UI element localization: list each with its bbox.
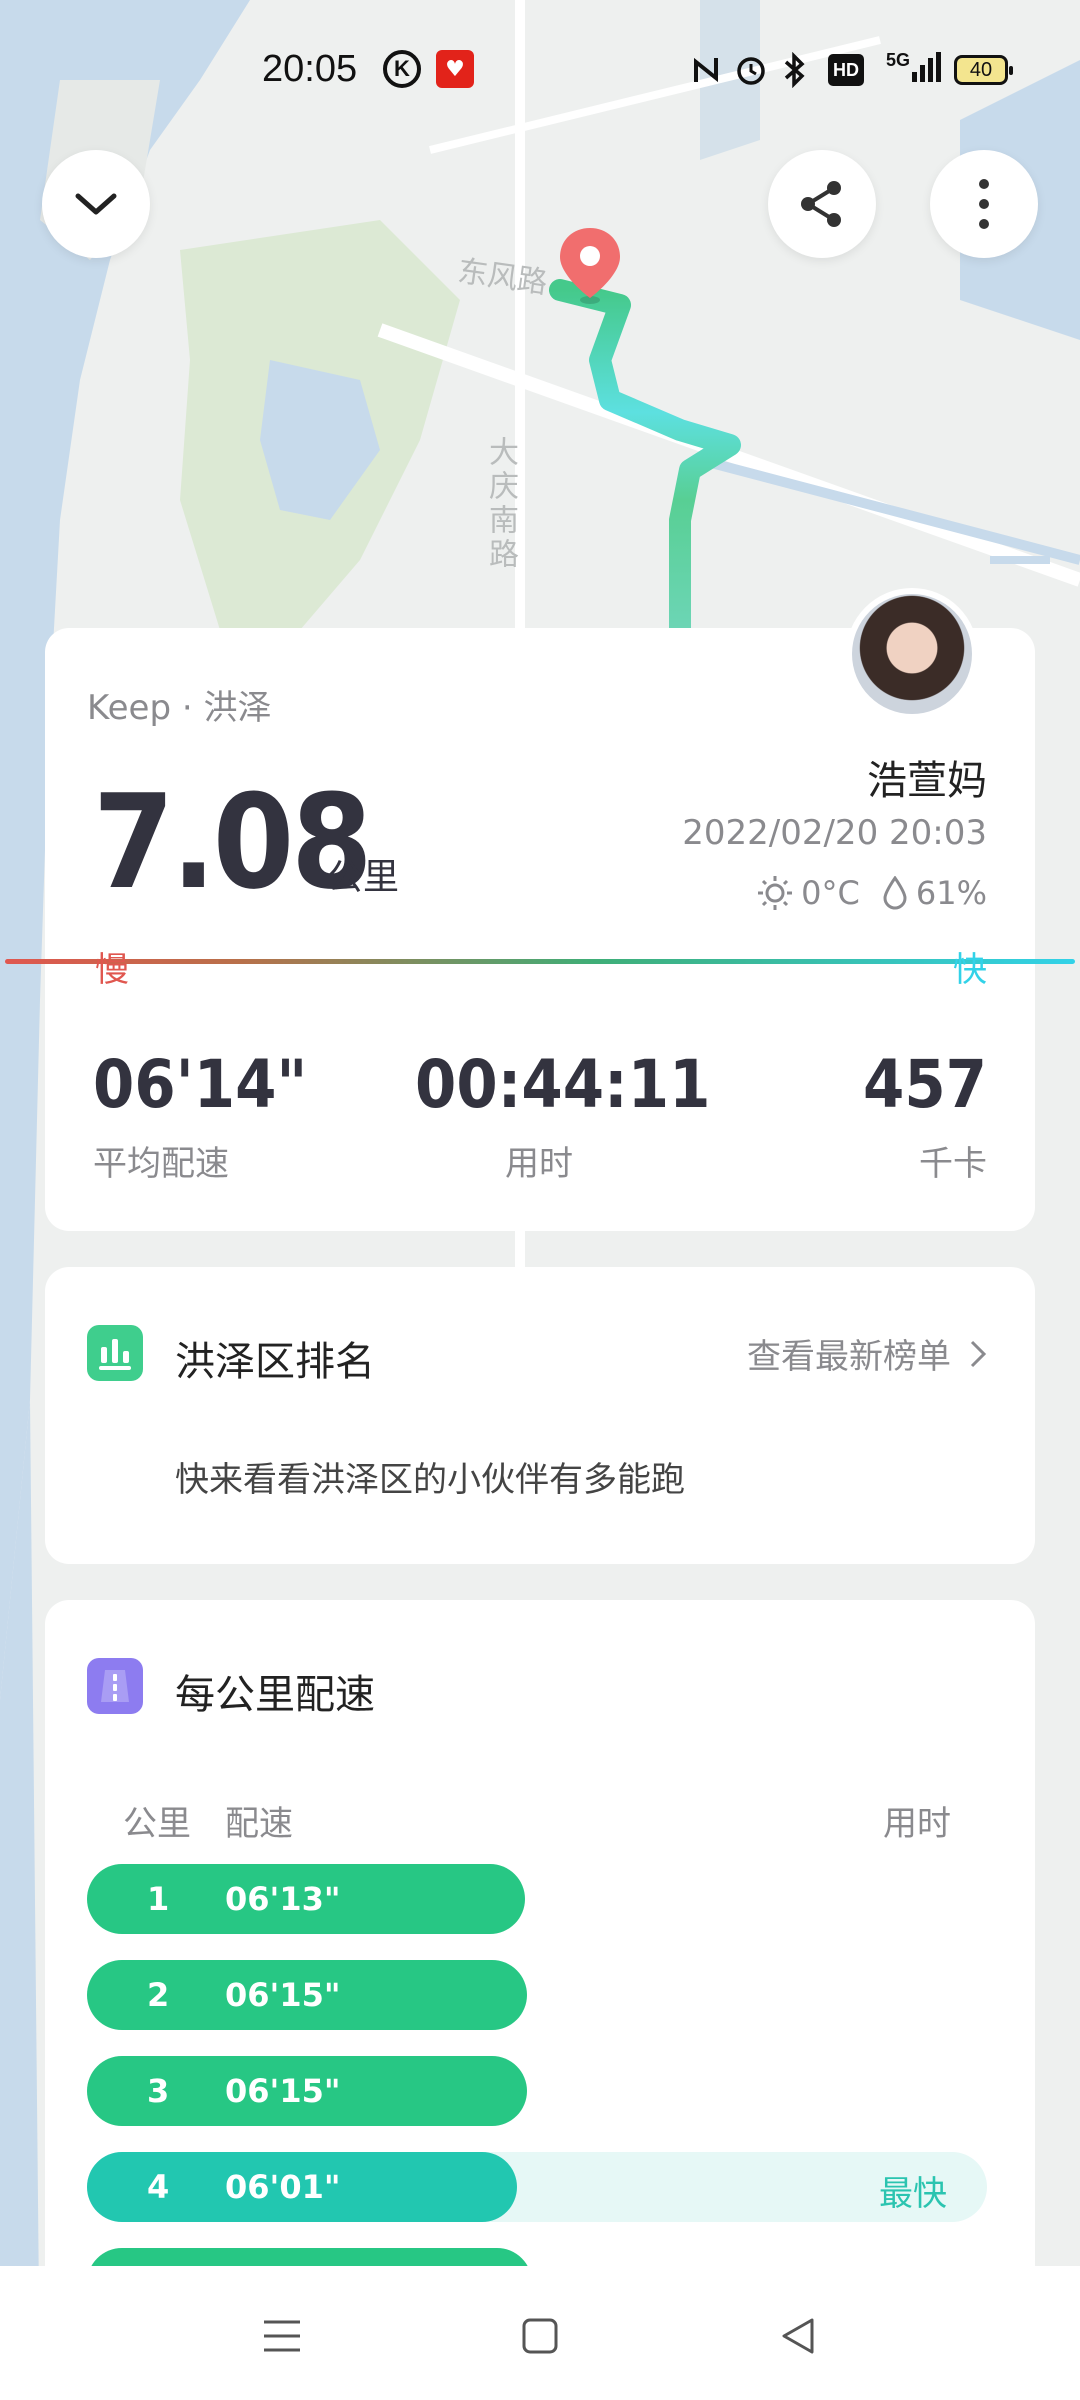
run-summary-card: Keep · 洪泽 7.08 公里 浩萱妈 2022/02/20 20:03 0… (5, 588, 1075, 1231)
status-time: 20:05 (262, 48, 358, 90)
hd-icon: HD (828, 54, 864, 86)
share-icon (801, 181, 841, 227)
ranking-title: 洪泽区排名 (175, 1339, 375, 1385)
pace-row-fastest: 4 06'01" 最快 (87, 2152, 987, 2222)
battery-icon: 40 (954, 55, 1013, 85)
system-nav-bar (0, 2266, 1080, 2400)
back-triangle-icon (782, 2318, 814, 2354)
k-app-icon: K (383, 50, 421, 88)
pace-km: 4 (147, 2168, 170, 2206)
pace-row: 3 06'15" (87, 2056, 987, 2126)
battery-level: 40 (969, 58, 993, 81)
humidity-drop-icon (883, 876, 907, 910)
pace-km: 1 (147, 1880, 170, 1918)
menu-button[interactable] (242, 2296, 322, 2376)
pace-value: 06'15" (225, 2072, 341, 2110)
avg-pace-label: 平均配速 (93, 1144, 229, 1184)
view-leaderboard-label: 查看最新榜单 (747, 1337, 951, 1377)
username: 浩萱妈 (867, 758, 987, 804)
col-header-pace: 配速 (225, 1804, 293, 1844)
app-source-label: Keep · 洪泽 (87, 688, 272, 728)
pace-km: 2 (147, 1976, 170, 2014)
run-datetime: 2022/02/20 20:03 (682, 813, 987, 853)
pace-value: 06'01" (225, 2168, 341, 2206)
start-pin-icon (556, 226, 624, 306)
more-vertical-icon (979, 179, 989, 229)
pace-row: 2 06'15" (87, 1960, 987, 2030)
bar-chart-icon (87, 1325, 143, 1381)
pace-per-km-card: 每公里配速 公里 配速 用时 1 06'13" 2 06'15" 3 06'15… (45, 1600, 1035, 2318)
ranking-description: 快来看看洪泽区的小伙伴有多能跑 (175, 1460, 685, 1500)
temperature: 0°C (801, 874, 860, 912)
pace-value: 06'15" (225, 1976, 341, 2014)
slow-label: 慢 (95, 950, 129, 990)
duration-label: 用时 (505, 1144, 573, 1184)
network-label: 5G (885, 50, 910, 70)
humidity: 61% (915, 874, 987, 912)
nfc-icon (690, 50, 722, 90)
bluetooth-icon (780, 50, 810, 90)
ranking-card[interactable]: 洪泽区排名 查看最新榜单 快来看看洪泽区的小伙伴有多能跑 (45, 1267, 1035, 1564)
pace-value: 06'13" (225, 1880, 341, 1918)
more-button[interactable] (930, 150, 1038, 258)
view-leaderboard-link[interactable]: 查看最新榜单 (747, 1329, 987, 1378)
home-button[interactable] (500, 2296, 580, 2376)
sun-icon (758, 876, 793, 910)
duration-value: 00:44:11 (415, 1046, 711, 1123)
calories-label: 千卡 (919, 1144, 987, 1184)
signal-5g-icon: 5G (882, 50, 946, 90)
map-road-label: 大庆南路 (483, 436, 518, 572)
chevron-right-icon (970, 1340, 987, 1367)
avatar-image (852, 594, 972, 714)
collapse-button[interactable] (42, 150, 150, 258)
status-bar: 20:05 K ♥ HD 5G 40 (0, 0, 1080, 140)
fast-label: 快 (953, 950, 987, 990)
col-header-time: 用时 (883, 1804, 951, 1844)
calories-value: 457 (863, 1046, 987, 1123)
fastest-badge: 最快 (879, 2174, 947, 2214)
pace-title: 每公里配速 (175, 1672, 375, 1718)
home-square-icon (522, 2318, 558, 2354)
heart-app-icon: ♥ (436, 50, 474, 88)
pace-row: 1 06'13" (87, 1864, 987, 1934)
chevron-down-icon (75, 193, 117, 215)
weather-info: 0°C 61% (757, 874, 987, 912)
speed-gradient-bar (5, 959, 1075, 964)
col-header-km: 公里 (123, 1804, 191, 1844)
pace-km: 3 (147, 2072, 170, 2110)
share-button[interactable] (768, 150, 876, 258)
avg-pace-value: 06'14" (93, 1046, 308, 1123)
back-button[interactable] (758, 2296, 838, 2376)
alarm-icon (733, 50, 769, 90)
road-icon (87, 1658, 143, 1714)
distance-unit: 公里 (327, 857, 400, 898)
menu-icon (264, 2320, 300, 2352)
avatar[interactable] (846, 588, 978, 720)
